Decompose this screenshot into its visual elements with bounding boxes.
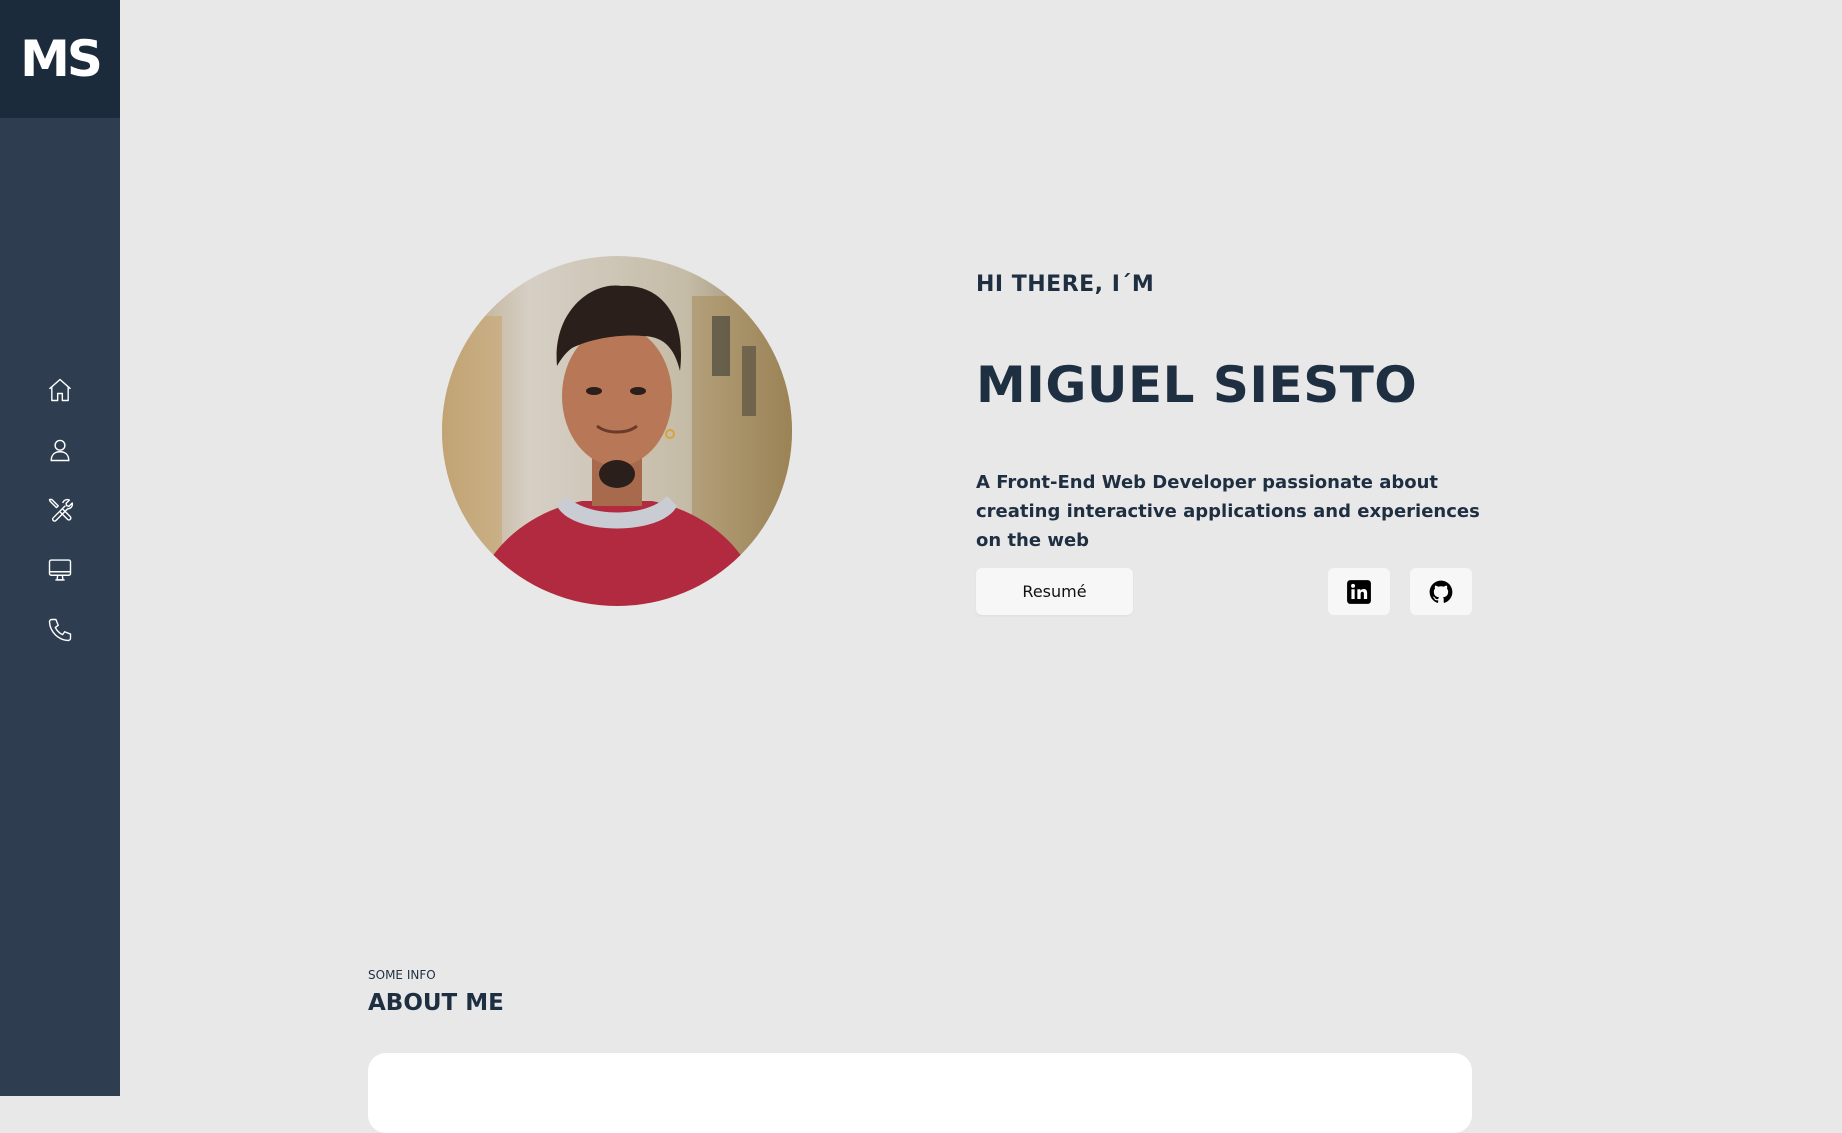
phone-icon bbox=[48, 618, 72, 642]
tools-icon bbox=[48, 498, 74, 522]
monitor-icon bbox=[48, 559, 72, 581]
about-card bbox=[368, 1053, 1472, 1133]
linkedin-icon bbox=[1347, 579, 1371, 604]
github-button[interactable] bbox=[1410, 568, 1472, 615]
github-icon bbox=[1429, 580, 1453, 603]
hero-greeting: HI THERE, I´M bbox=[976, 272, 1155, 297]
hero-tagline: A Front-End Web Developer passionate abo… bbox=[976, 472, 1480, 551]
resume-button[interactable]: Resumé bbox=[976, 568, 1133, 615]
section-kicker: SOME INFO bbox=[368, 968, 436, 982]
user-icon bbox=[50, 439, 70, 462]
home-icon bbox=[49, 378, 71, 402]
nav-item-projects[interactable] bbox=[0, 540, 120, 600]
section-title-about: ABOUT ME bbox=[368, 990, 504, 1016]
sidebar: MS bbox=[0, 0, 120, 1096]
main-content: HI THERE, I´M MIGUEL SIESTO A Front-End … bbox=[120, 0, 1842, 1133]
sidebar-nav bbox=[0, 360, 120, 660]
nav-item-about[interactable] bbox=[0, 420, 120, 480]
linkedin-button[interactable] bbox=[1328, 568, 1390, 615]
hero-name: MIGUEL SIESTO bbox=[976, 356, 1418, 414]
site-logo[interactable]: MS bbox=[0, 0, 120, 118]
nav-item-home[interactable] bbox=[0, 360, 120, 420]
profile-photo bbox=[442, 256, 792, 606]
nav-item-skills[interactable] bbox=[0, 480, 120, 540]
nav-item-contact[interactable] bbox=[0, 600, 120, 660]
